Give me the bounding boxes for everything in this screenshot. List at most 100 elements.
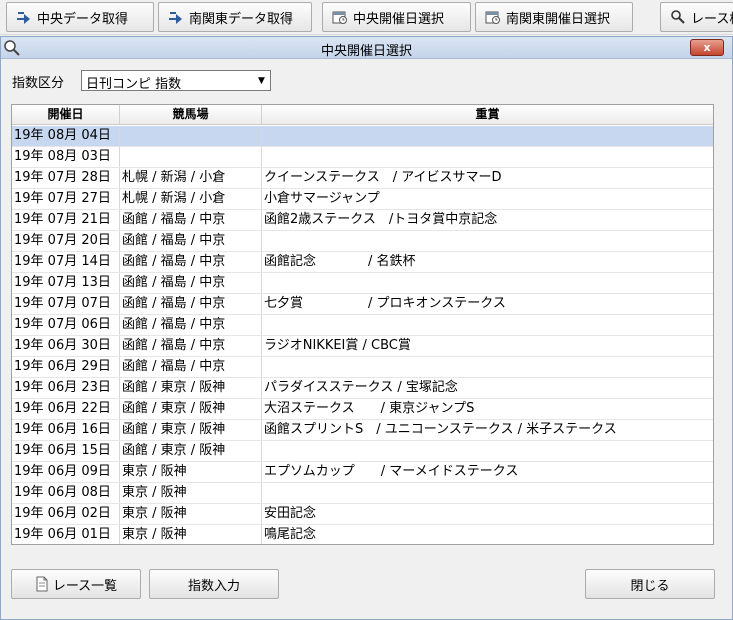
cell-date: 19年 06月 08日 (12, 483, 120, 503)
cell-graded-race: 函館スプリントS / ユニコーンステークス / 米子ステークス (264, 422, 617, 437)
cell-racecourse: 函館 / 東京 / 阪神 (120, 441, 262, 461)
cell-graded-race (262, 126, 713, 146)
cell-graded-race: クイーンステークス / アイビスサマーD (264, 170, 502, 185)
cell-racecourse: 函館 / 福島 / 中京 (120, 336, 262, 356)
cell-graded-race: ラジオNIKKEI賞 / CBC賞 (264, 338, 411, 353)
table-row[interactable]: 19年 07月 20日 函館 / 福島 / 中京 (12, 231, 713, 252)
race-list-label: レース一覧 (52, 578, 118, 594)
table-row[interactable]: 19年 07月 07日 函館 / 福島 / 中京 七夕賞 / プロキオンステークス (12, 294, 713, 315)
cell-date: 19年 06月 09日 (12, 462, 120, 482)
central-data-fetch-label: 中央データ取得 (37, 11, 129, 27)
close-icon[interactable]: x (690, 39, 724, 56)
index-type-label: 指数区分 (12, 76, 65, 91)
index-type-select[interactable]: 日刊コンピ 指数 ▼ (81, 70, 271, 92)
calendar-icon (331, 9, 349, 25)
cell-date: 19年 06月 23日 (12, 378, 120, 398)
cell-date: 19年 06月 22日 (12, 399, 120, 419)
dialog-titlebar[interactable]: 中央開催日選択 x (1, 37, 732, 59)
cell-date: 19年 07月 06日 (12, 315, 120, 335)
cell-date: 19年 07月 20日 (12, 231, 120, 251)
race-search-button[interactable]: レース検 (660, 2, 733, 32)
table-row[interactable]: 19年 06月 02日 東京 / 阪神 安田記念 (12, 504, 713, 525)
cell-graded-race (262, 273, 713, 293)
cell-date: 19年 06月 29日 (12, 357, 120, 377)
cell-racecourse: 函館 / 福島 / 中京 (120, 231, 262, 251)
cell-racecourse (120, 126, 262, 146)
table-row[interactable]: 19年 07月 14日 函館 / 福島 / 中京 函館記念 / 名鉄杯 (12, 252, 713, 273)
arrow-download-icon (15, 9, 33, 25)
table-row[interactable]: 19年 06月 08日 東京 / 阪神 (12, 483, 713, 504)
cell-racecourse: 函館 / 東京 / 阪神 (120, 378, 262, 398)
cell-graded-race (262, 441, 713, 461)
cell-racecourse: 東京 / 阪神 (120, 525, 262, 544)
cell-graded-race: 函館記念 / 名鉄杯 (264, 254, 416, 269)
cell-graded-race: 七夕賞 / プロキオンステークス (264, 296, 506, 311)
cell-date: 19年 07月 13日 (12, 273, 120, 293)
minami-kanto-data-fetch-label: 南関東データ取得 (189, 11, 294, 27)
cell-date: 19年 06月 15日 (12, 441, 120, 461)
cell-graded-race: 鳴尾記念 (264, 527, 317, 542)
table-row[interactable]: 19年 06月 22日 函館 / 東京 / 阪神 大沼ステークス / 東京ジャンプS (12, 399, 713, 420)
index-input-button[interactable]: 指数入力 (149, 569, 279, 599)
minami-kanto-data-fetch-button[interactable]: 南関東データ取得 (158, 2, 312, 32)
column-header-date[interactable]: 開催日 (12, 105, 120, 125)
table-row[interactable]: 19年 06月 09日 東京 / 阪神 エプソムカップ / マーメイドステークス (12, 462, 713, 483)
table-row[interactable]: 19年 07月 06日 函館 / 福島 / 中京 (12, 315, 713, 336)
table-row[interactable]: 19年 06月 29日 函館 / 福島 / 中京 (12, 357, 713, 378)
cell-date: 19年 07月 21日 (12, 210, 120, 230)
table-row[interactable]: 19年 07月 27日 札幌 / 新潟 / 小倉 小倉サマージャンプ (12, 189, 713, 210)
cell-racecourse: 札幌 / 新潟 / 小倉 (120, 189, 262, 209)
cell-racecourse: 函館 / 東京 / 阪神 (120, 420, 262, 440)
table-body: 19年 08月 04日 19年 08月 03日 19年 07月 28日 札幌 / 新潟… (12, 126, 713, 544)
close-button[interactable]: 閉じる (585, 569, 715, 599)
cell-racecourse: 函館 / 福島 / 中京 (120, 315, 262, 335)
race-search-label: レース検 (691, 11, 733, 27)
cell-date: 19年 07月 14日 (12, 252, 120, 272)
column-header-racecourse[interactable]: 競馬場 (120, 105, 262, 125)
date-list-table: 開催日 競馬場 重賞 19年 08月 04日 19年 08月 03日 19年 07月… (11, 104, 714, 545)
cell-date: 19年 06月 01日 (12, 525, 120, 544)
cell-racecourse: 函館 / 福島 / 中京 (120, 252, 262, 272)
table-row[interactable]: 19年 08月 03日 (12, 147, 713, 168)
arrow-download-icon (167, 9, 185, 25)
table-row[interactable]: 19年 08月 04日 (12, 126, 713, 147)
central-data-fetch-button[interactable]: 中央データ取得 (6, 2, 154, 32)
calendar-icon (484, 9, 502, 25)
date-select-dialog: 中央開催日選択 x 指数区分 日刊コンピ 指数 ▼ 開催日 競馬場 重賞 19年… (0, 36, 733, 620)
cell-date: 19年 07月 27日 (12, 189, 120, 209)
cell-date: 19年 08月 04日 (12, 126, 120, 146)
main-toolbar: 中央データ取得 南関東データ取得 中央開催日選択 南関東開催日選択 レース検 (0, 0, 733, 35)
table-row[interactable]: 19年 06月 30日 函館 / 福島 / 中京 ラジオNIKKEI賞 / CBC賞 (12, 336, 713, 357)
column-header-graded-race[interactable]: 重賞 (262, 105, 713, 125)
cell-date: 19年 07月 07日 (12, 294, 120, 314)
chevron-down-icon[interactable]: ▼ (253, 71, 270, 90)
table-row[interactable]: 19年 06月 01日 東京 / 阪神 鳴尾記念 (12, 525, 713, 544)
cell-racecourse: 東京 / 阪神 (120, 483, 262, 503)
table-row[interactable]: 19年 07月 28日 札幌 / 新潟 / 小倉 クイーンステークス / アイビスサ… (12, 168, 713, 189)
cell-date: 19年 06月 02日 (12, 504, 120, 524)
cell-date: 19年 08月 03日 (12, 147, 120, 167)
document-icon (35, 576, 49, 592)
table-header: 開催日 競馬場 重賞 (12, 105, 713, 125)
central-date-select-label: 中央開催日選択 (353, 11, 445, 27)
table-row[interactable]: 19年 06月 15日 函館 / 東京 / 阪神 (12, 441, 713, 462)
cell-graded-race: 安田記念 (264, 506, 317, 521)
table-row[interactable]: 19年 06月 23日 函館 / 東京 / 阪神 パラダイスステークス / 宝塚記念 (12, 378, 713, 399)
cell-graded-race (262, 147, 713, 167)
table-row[interactable]: 19年 07月 21日 函館 / 福島 / 中京 函館2歳ステークス /トヨタ賞中京… (12, 210, 713, 231)
minami-kanto-date-select-button[interactable]: 南関東開催日選択 (475, 2, 633, 32)
cell-racecourse: 函館 / 福島 / 中京 (120, 210, 262, 230)
cell-graded-race (262, 483, 713, 503)
table-row[interactable]: 19年 06月 16日 函館 / 東京 / 阪神 函館スプリントS / ユニコーンス… (12, 420, 713, 441)
central-date-select-button[interactable]: 中央開催日選択 (322, 2, 471, 32)
cell-racecourse: 東京 / 阪神 (120, 462, 262, 482)
cell-graded-race (262, 315, 713, 335)
cell-racecourse: 函館 / 福島 / 中京 (120, 357, 262, 377)
close-button-label: 閉じる (630, 578, 670, 594)
table-row[interactable]: 19年 07月 13日 函館 / 福島 / 中京 (12, 273, 713, 294)
cell-graded-race: 大沼ステークス / 東京ジャンプS (264, 401, 475, 416)
race-list-button[interactable]: レース一覧 (11, 569, 141, 599)
search-icon (669, 9, 687, 25)
dialog-title: 中央開催日選択 (320, 44, 412, 59)
cell-graded-race: 函館2歳ステークス /トヨタ賞中京記念 (264, 212, 498, 227)
